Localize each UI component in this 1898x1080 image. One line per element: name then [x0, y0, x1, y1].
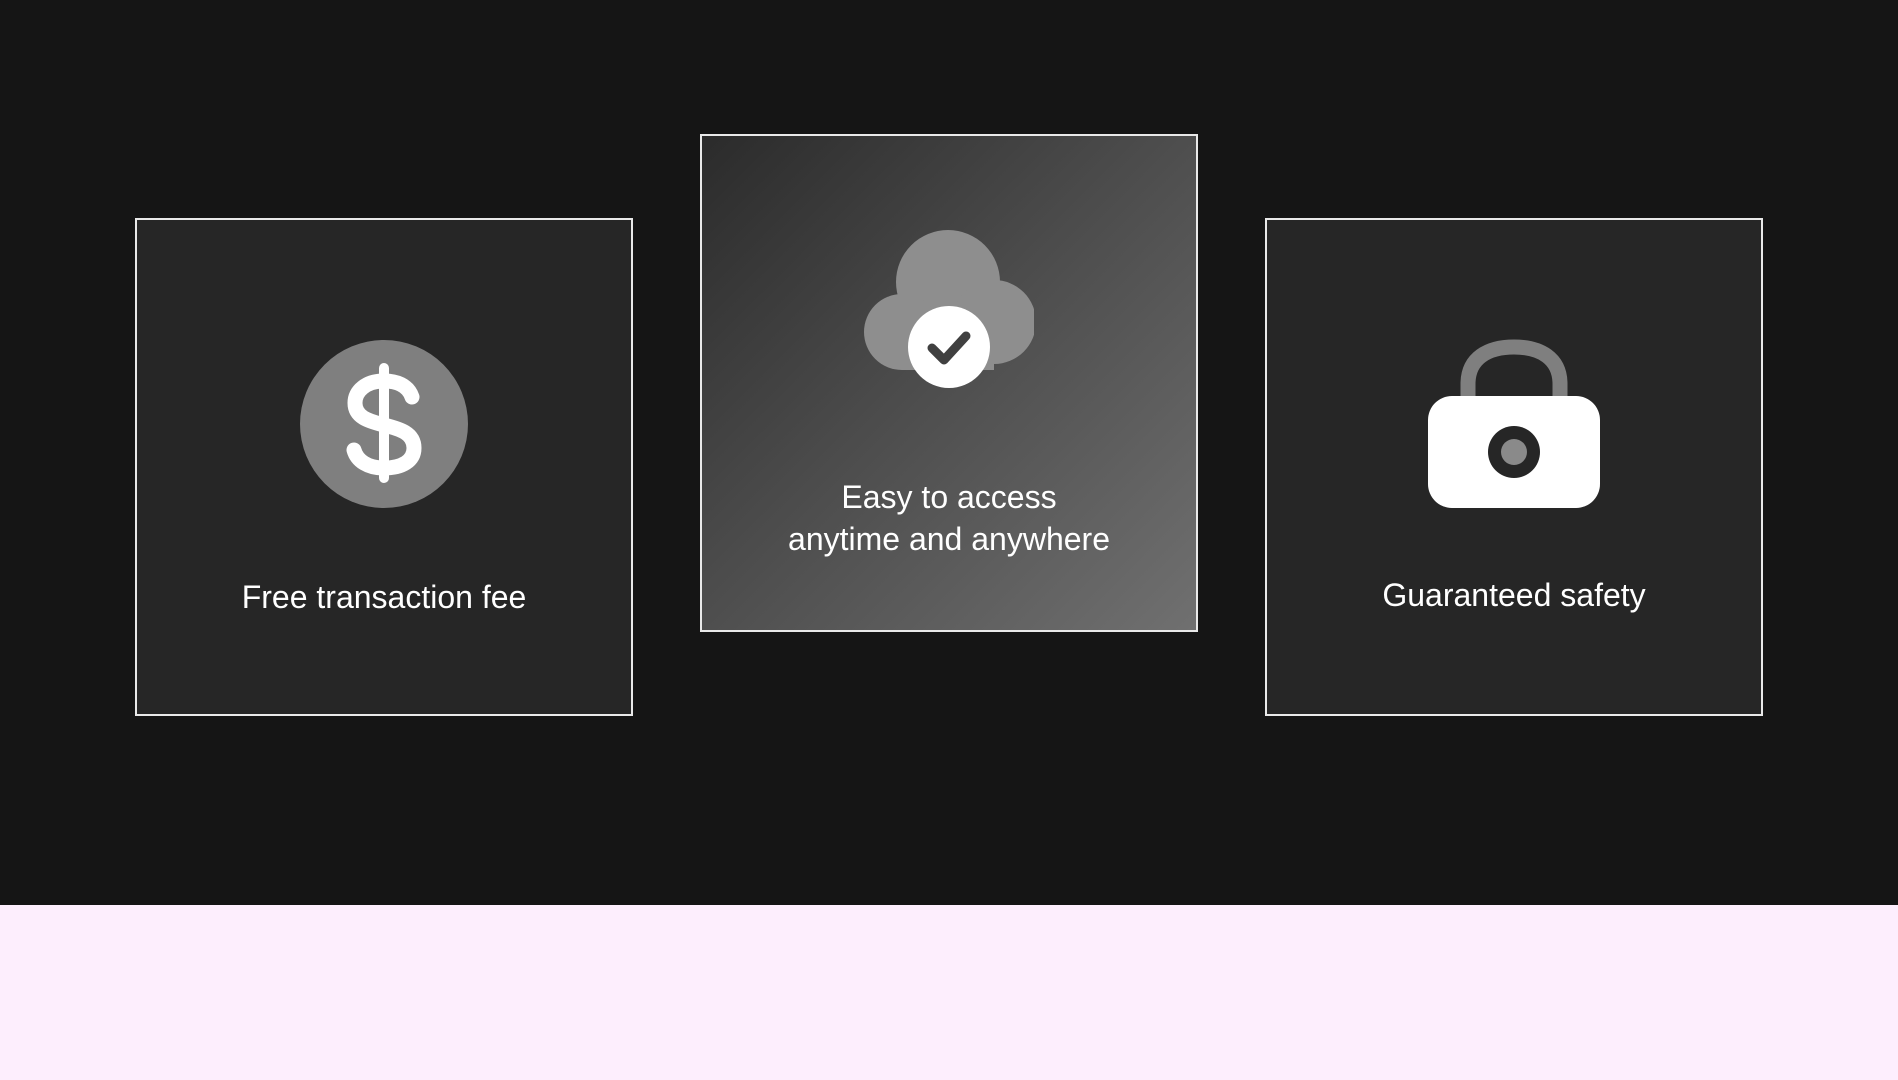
feature-label: Free transaction fee — [241, 579, 527, 615]
feature-label-line: anytime and anywhere — [788, 521, 1110, 557]
dollar-icon — [300, 340, 468, 508]
feature-card-free-transaction-fee[interactable]: Free transaction fee — [135, 218, 633, 716]
feature-label: Easy to access anytime and anywhere — [702, 476, 1196, 560]
feature-label: Guaranteed safety — [1382, 577, 1646, 613]
lock-icon — [1428, 339, 1600, 508]
feature-card-guaranteed-safety[interactable]: Guaranteed safety — [1265, 218, 1763, 716]
footer-band — [0, 905, 1898, 1080]
feature-label-line: Easy to access — [841, 479, 1057, 515]
feature-card-easy-access[interactable]: Easy to access anytime and anywhere — [700, 134, 1198, 632]
page: Free transaction fee Easy to access anyt… — [0, 0, 1898, 1080]
features-section: Free transaction fee Easy to access anyt… — [0, 0, 1898, 905]
cloud-check-icon — [864, 230, 1034, 388]
